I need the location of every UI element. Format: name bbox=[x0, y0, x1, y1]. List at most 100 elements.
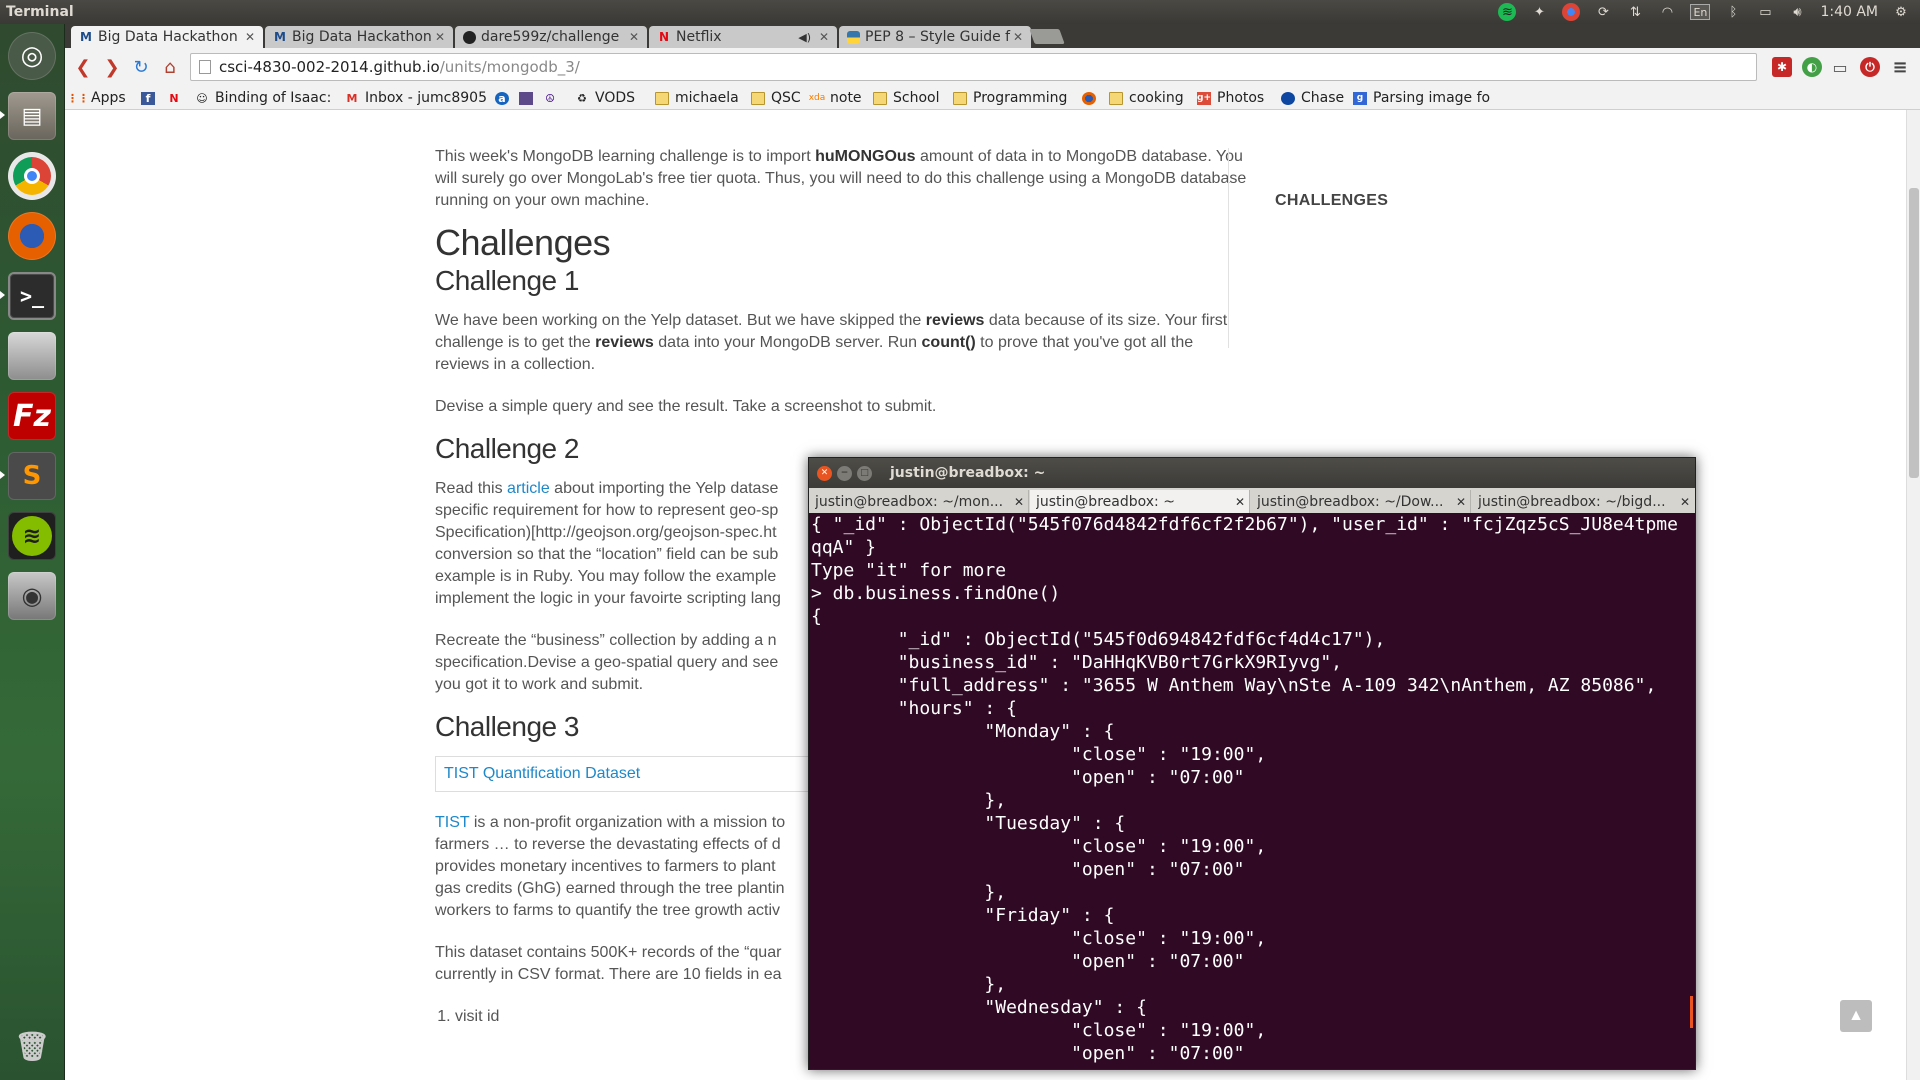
reload-icon[interactable]: ↻ bbox=[129, 55, 153, 79]
bookmark-parsing-image[interactable]: g Parsing image fo bbox=[1353, 89, 1505, 107]
bookmark-ext1[interactable]: a bbox=[495, 89, 515, 107]
trash-icon[interactable]: 🗑︎ bbox=[8, 1022, 56, 1070]
spotify-icon[interactable]: ≋ bbox=[8, 512, 56, 560]
terminal-scrollbar[interactable] bbox=[1690, 996, 1693, 1028]
spotify-indicator-icon[interactable]: ≋ bbox=[1498, 3, 1517, 21]
extension-green-icon[interactable]: ◐ bbox=[1802, 57, 1822, 77]
terminal-output[interactable]: { "_id" : ObjectId("545f076d4842fdf6cf2f… bbox=[809, 513, 1689, 1069]
bookmark-photos[interactable]: g+ Photos bbox=[1197, 89, 1264, 107]
doc-icon: g bbox=[1353, 91, 1367, 105]
chrome-indicator-icon[interactable] bbox=[1562, 3, 1581, 21]
chrome-icon[interactable] bbox=[8, 152, 56, 200]
bookmark-chase[interactable]: Chase bbox=[1281, 89, 1344, 107]
minimize-window-icon[interactable]: − bbox=[837, 465, 852, 481]
dropbox-indicator-icon[interactable]: ✦ bbox=[1530, 3, 1548, 21]
new-tab-button[interactable] bbox=[1029, 29, 1065, 44]
tab-close-icon[interactable]: ✕ bbox=[1676, 495, 1694, 509]
terminal-window[interactable]: ✕ − □ justin@breadbox: ~ justin@breadbox… bbox=[808, 457, 1696, 1070]
bookmark-school[interactable]: School bbox=[873, 89, 939, 107]
tab-close-icon[interactable]: ✕ bbox=[627, 30, 641, 44]
tab-close-icon[interactable]: ✕ bbox=[1452, 495, 1470, 509]
volume-icon[interactable]: 🔊︎ bbox=[1788, 3, 1806, 21]
tab-close-icon[interactable]: ✕ bbox=[243, 30, 257, 44]
tab-favicon-icon: M bbox=[274, 30, 286, 44]
forward-arrow-icon[interactable]: ❯ bbox=[100, 55, 124, 79]
menu-icon[interactable]: ≡ bbox=[1890, 57, 1910, 78]
address-bar[interactable]: csci-4830-002-2014.github.io/units/mongo… bbox=[190, 53, 1757, 81]
update-indicator-icon[interactable]: ⟳ bbox=[1594, 3, 1612, 21]
terminal-tab-bar: justin@breadbox: ~/mon... ✕ justin@breadb… bbox=[809, 488, 1695, 513]
home-icon[interactable]: ⌂ bbox=[158, 55, 182, 79]
page-scrollbar[interactable] bbox=[1906, 110, 1920, 1080]
tab-close-icon[interactable]: ✕ bbox=[433, 30, 447, 44]
terminal-tab-mongo[interactable]: justin@breadbox: ~/mon... ✕ bbox=[809, 490, 1029, 513]
tab-netflix[interactable]: N Netflix ◀︎) ✕ bbox=[649, 26, 837, 48]
bookmark-cooking[interactable]: cooking bbox=[1109, 89, 1184, 107]
terminal-tab-home[interactable]: justin@breadbox: ~ ✕ bbox=[1030, 490, 1250, 513]
extension-red-icon[interactable]: ✱ bbox=[1772, 57, 1792, 77]
firefox-icon bbox=[1082, 91, 1096, 105]
terminal-line: { bbox=[811, 606, 822, 627]
filezilla-icon[interactable]: Fz bbox=[8, 392, 56, 440]
bookmark-michaela[interactable]: michaela bbox=[655, 89, 739, 107]
sidebar-challenges-heading[interactable]: CHALLENGES bbox=[1275, 192, 1388, 210]
terminal-titlebar[interactable]: ✕ − □ justin@breadbox: ~ bbox=[809, 458, 1695, 488]
terminal-icon[interactable]: >_ bbox=[8, 272, 56, 320]
terminal-line: "Monday" : { bbox=[811, 721, 1115, 742]
terminal-title: justin@breadbox: ~ bbox=[890, 465, 1046, 481]
bookmark-firefox[interactable] bbox=[1082, 89, 1102, 107]
tab-close-icon[interactable]: ✕ bbox=[817, 30, 831, 44]
bookmark-netflix[interactable]: N bbox=[167, 89, 187, 107]
sublime-text-icon[interactable]: S bbox=[8, 452, 56, 500]
url-path: /units/mongodb_3/ bbox=[439, 58, 580, 76]
tab-close-icon[interactable]: ✕ bbox=[1231, 495, 1249, 509]
wifi-icon[interactable]: ◠ bbox=[1658, 3, 1676, 21]
terminal-tab-downloads[interactable]: justin@breadbox: ~/Dow... ✕ bbox=[1251, 490, 1471, 513]
bookmark-inbox[interactable]: M Inbox - jumc8905 bbox=[345, 89, 487, 107]
disk-drive-icon[interactable] bbox=[8, 332, 56, 380]
keyboard-layout-indicator[interactable]: En bbox=[1690, 4, 1711, 20]
tab-close-icon[interactable]: ✕ bbox=[1010, 495, 1028, 509]
battery-icon[interactable]: ▭ bbox=[1756, 3, 1774, 21]
close-window-icon[interactable]: ✕ bbox=[817, 465, 832, 481]
cast-icon[interactable]: ▭ bbox=[1830, 57, 1850, 77]
clock[interactable]: 1:40 AM bbox=[1820, 4, 1878, 20]
page-icon bbox=[199, 60, 211, 74]
tab-pep8[interactable]: PEP 8 – Style Guide f ✕ bbox=[839, 26, 1031, 48]
adblock-icon[interactable]: ⏻ bbox=[1860, 57, 1880, 77]
back-arrow-icon[interactable]: ❮ bbox=[71, 55, 95, 79]
scroll-to-top-button[interactable]: ▲ bbox=[1840, 1000, 1872, 1032]
bookmark-programming[interactable]: Programming bbox=[953, 89, 1067, 107]
bookmark-apps[interactable]: ⋮⋮ Apps bbox=[67, 89, 126, 107]
tab-github-challenge[interactable]: dare599z/challenge ✕ bbox=[455, 26, 647, 48]
terminal-line: qqA" } bbox=[811, 537, 877, 558]
bookmark-vods[interactable]: ♻ VODS bbox=[575, 89, 635, 107]
bookmark-note[interactable]: xda note bbox=[809, 89, 862, 107]
maximize-window-icon[interactable]: □ bbox=[857, 465, 872, 481]
tab-close-icon[interactable]: ✕ bbox=[1011, 30, 1025, 44]
firefox-icon[interactable] bbox=[8, 212, 56, 260]
network-activity-icon[interactable]: ⇅ bbox=[1626, 3, 1644, 21]
bookmark-qsc[interactable]: QSC bbox=[751, 89, 801, 107]
tab-audio-icon[interactable]: ◀︎) bbox=[798, 31, 811, 44]
challenge-1-heading: Challenge 1 bbox=[435, 265, 579, 296]
tab-big-data-hackathon-1[interactable]: M Big Data Hackathon ✕ bbox=[71, 26, 263, 48]
tab-label: Big Data Hackathon bbox=[292, 29, 432, 45]
bookmark-binding-of-isaac[interactable]: ☺ Binding of Isaac: bbox=[195, 89, 331, 107]
terminal-tab-bigdata[interactable]: justin@breadbox: ~/bigd... ✕ bbox=[1472, 490, 1694, 513]
tab-big-data-hackathon-2[interactable]: M Big Data Hackathon ✕ bbox=[265, 26, 453, 48]
tab-favicon-icon: M bbox=[80, 30, 92, 44]
dash-home-icon[interactable]: ◎ bbox=[8, 32, 56, 80]
running-indicator bbox=[0, 291, 5, 299]
tist-link[interactable]: TIST bbox=[435, 814, 469, 831]
bluetooth-icon[interactable]: ᛒ bbox=[1724, 3, 1742, 21]
files-icon[interactable]: ▤ bbox=[8, 92, 56, 140]
article-link[interactable]: article bbox=[507, 480, 550, 497]
camera-icon[interactable]: ◉ bbox=[8, 572, 56, 620]
terminal-line: "close" : "19:00", bbox=[811, 744, 1267, 765]
power-gear-icon[interactable]: ⚙ bbox=[1892, 3, 1910, 21]
bookmark-calendar[interactable] bbox=[519, 89, 539, 107]
scrollbar-thumb[interactable] bbox=[1909, 188, 1919, 478]
bookmark-peace[interactable]: ☮ bbox=[543, 89, 563, 107]
bookmark-facebook[interactable]: f bbox=[141, 89, 161, 107]
